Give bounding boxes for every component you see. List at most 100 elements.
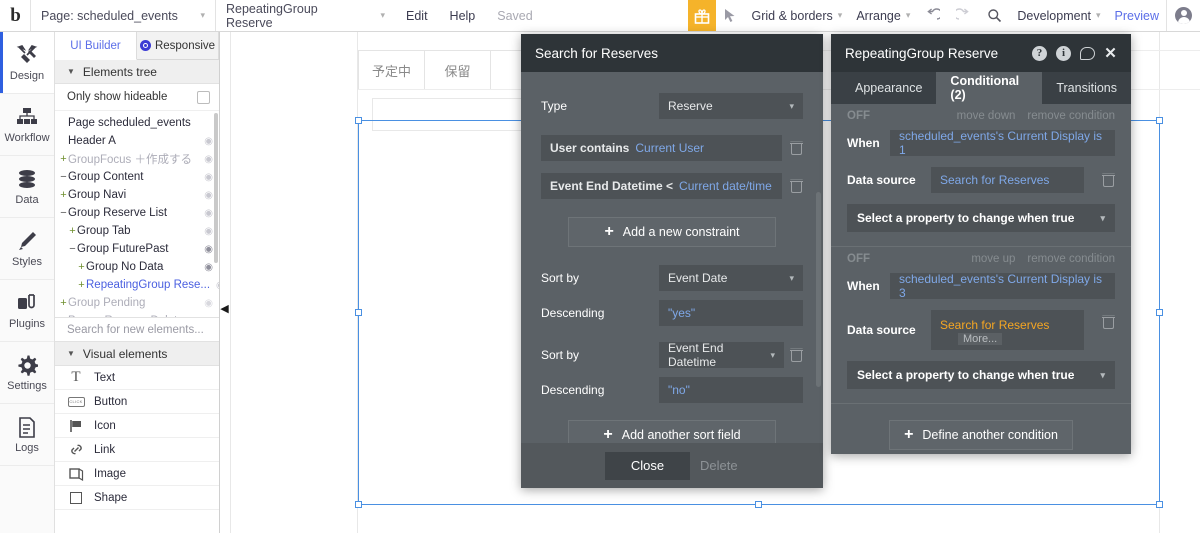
expand-icon[interactable]: + bbox=[77, 279, 86, 291]
canvas-tab-1[interactable]: 保留 bbox=[425, 51, 491, 89]
cursor-icon[interactable] bbox=[716, 0, 745, 31]
panel-collapse-toggle[interactable]: ◀ bbox=[220, 300, 229, 316]
tab-appearance[interactable]: Appearance bbox=[841, 72, 936, 104]
visibility-eye-icon[interactable]: ◉ bbox=[198, 208, 213, 219]
type-dropdown[interactable]: Reserve ▾ bbox=[659, 93, 803, 119]
close-button[interactable]: Close bbox=[605, 451, 690, 480]
constraint-1[interactable]: Event End Datetime < Current date/time bbox=[541, 173, 782, 199]
visibility-eye-icon[interactable]: ◉ bbox=[198, 190, 213, 201]
rail-item-workflow[interactable]: Workflow bbox=[0, 94, 54, 156]
tab-conditional[interactable]: Conditional (2) bbox=[936, 72, 1043, 104]
define-another-condition-button[interactable]: + Define another condition bbox=[889, 420, 1073, 450]
repeatinggroup-reserve-dialog[interactable]: RepeatingGroup Reserve ? i ✕ Appearance … bbox=[831, 34, 1131, 454]
arrange-menu[interactable]: Arrange ▾ bbox=[849, 0, 917, 31]
bubble-logo[interactable]: b bbox=[0, 0, 30, 31]
sort-by-dropdown-0[interactable]: Event Date ▾ bbox=[659, 265, 803, 291]
collapse-icon[interactable]: − bbox=[59, 171, 68, 183]
constraint-0[interactable]: User contains Current User bbox=[541, 135, 782, 161]
visibility-eye-icon[interactable]: ◉ bbox=[198, 136, 213, 147]
condition-0-remove[interactable]: remove condition bbox=[1027, 110, 1115, 122]
delete-sort-1-icon[interactable] bbox=[790, 348, 803, 362]
element-selector[interactable]: RepeatingGroup Reserve ▾ bbox=[215, 0, 395, 31]
elements-tree-section-header[interactable]: ▼ Elements tree bbox=[55, 60, 219, 84]
only-show-hideable-checkbox[interactable] bbox=[197, 90, 210, 104]
condition-0-when-expression[interactable]: scheduled_events's Current Display is 1 bbox=[890, 129, 1115, 157]
menu-help[interactable]: Help bbox=[439, 0, 487, 31]
only-show-hideable-row[interactable]: Only show hideable bbox=[55, 84, 219, 111]
constraint-1-value[interactable]: Current date/time bbox=[679, 179, 772, 193]
preview-button[interactable]: Preview bbox=[1108, 0, 1166, 31]
tree-item[interactable]: + Group Navi ◉ bbox=[55, 186, 219, 204]
visibility-eye-icon[interactable]: ◉ bbox=[210, 280, 219, 291]
descending-value-box-0[interactable]: "yes" bbox=[659, 300, 803, 326]
condition-1-remove[interactable]: remove condition bbox=[1027, 253, 1115, 265]
tree-item[interactable]: + Group No Data ◉ bbox=[55, 258, 219, 276]
search-dialog-scrollbar[interactable] bbox=[816, 192, 821, 387]
sort-by-dropdown-1[interactable]: Event End Datetime ▾ bbox=[659, 341, 784, 369]
tree-item[interactable]: − Group Content ◉ bbox=[55, 168, 219, 186]
tree-item[interactable]: Page scheduled_events bbox=[55, 114, 219, 132]
expand-icon[interactable]: + bbox=[68, 225, 77, 237]
canvas-tab-0[interactable]: 予定中 bbox=[359, 51, 425, 89]
visibility-eye-icon[interactable]: ◉ bbox=[198, 262, 213, 273]
palette-item-link[interactable]: Link bbox=[55, 438, 219, 462]
palette-item-shape[interactable]: Shape bbox=[55, 486, 219, 510]
help-icon[interactable]: ? bbox=[1032, 45, 1047, 61]
rail-item-styles[interactable]: Styles bbox=[0, 218, 54, 280]
tab-responsive[interactable]: Responsive bbox=[137, 32, 219, 59]
delete-constraint-1-icon[interactable] bbox=[790, 179, 803, 193]
redo-icon[interactable] bbox=[948, 0, 979, 31]
rail-item-design[interactable]: Design bbox=[0, 32, 54, 94]
user-avatar[interactable] bbox=[1166, 0, 1200, 31]
condition-1-move[interactable]: move up bbox=[971, 253, 1015, 265]
tree-item[interactable]: +Popup Reserve Delete ◉ bbox=[55, 312, 219, 317]
visibility-eye-icon[interactable]: ◉ bbox=[198, 172, 213, 183]
tab-ui-builder[interactable]: UI Builder bbox=[55, 32, 137, 60]
visibility-eye-icon[interactable]: ◉ bbox=[198, 298, 213, 309]
visual-elements-section-header[interactable]: ▼ Visual elements bbox=[55, 342, 219, 366]
rail-item-data[interactable]: Data bbox=[0, 156, 54, 218]
search-icon[interactable] bbox=[979, 0, 1010, 31]
add-new-constraint-button[interactable]: + Add a new constraint bbox=[568, 217, 776, 247]
visibility-eye-icon[interactable]: ◉ bbox=[198, 316, 213, 318]
condition-1-when-expression[interactable]: scheduled_events's Current Display is 3 bbox=[890, 272, 1115, 300]
delete-constraint-0-icon[interactable] bbox=[790, 141, 803, 155]
gift-icon[interactable] bbox=[687, 0, 716, 31]
visibility-eye-icon[interactable]: ◉ bbox=[198, 244, 213, 255]
tree-item[interactable]: +RepeatingGroup Rese...◉ bbox=[55, 276, 219, 294]
tree-scrollbar[interactable] bbox=[214, 113, 218, 263]
expand-icon[interactable]: + bbox=[59, 153, 68, 165]
delete-condition-0-datasource-icon[interactable] bbox=[1102, 173, 1115, 187]
condition-1-datasource-value-box[interactable]: Search for Reserves More... bbox=[931, 310, 1084, 350]
palette-item-button[interactable]: CLICK Button bbox=[55, 390, 219, 414]
undo-icon[interactable] bbox=[917, 0, 948, 31]
tree-item[interactable]: − Group Reserve List ◉ bbox=[55, 204, 219, 222]
condition-0-property-dropdown[interactable]: Select a property to change when true ▾ bbox=[847, 204, 1115, 232]
condition-0-move[interactable]: move down bbox=[957, 110, 1016, 122]
descending-value-box-1[interactable]: "no" bbox=[659, 377, 803, 403]
elements-tree[interactable]: Page scheduled_events Header A ◉ + GroupFocu… bbox=[55, 111, 219, 317]
condition-1-property-dropdown[interactable]: Select a property to change when true ▾ bbox=[847, 361, 1115, 389]
version-menu[interactable]: Development ▾ bbox=[1010, 0, 1107, 31]
rail-item-logs[interactable]: Logs bbox=[0, 404, 54, 466]
search-new-elements-input[interactable]: Search for new elements... bbox=[55, 317, 219, 342]
tree-item[interactable]: + Group Pending ◉ bbox=[55, 294, 219, 312]
expand-icon[interactable]: + bbox=[77, 261, 86, 273]
tree-item[interactable]: − Group FuturePast ◉ bbox=[55, 240, 219, 258]
collapse-icon[interactable]: − bbox=[68, 243, 77, 255]
add-another-sort-field-button[interactable]: + Add another sort field bbox=[568, 420, 776, 443]
rail-item-settings[interactable]: Settings bbox=[0, 342, 54, 404]
condition-1-datasource-more[interactable]: More... bbox=[958, 332, 1003, 345]
palette-item-text[interactable]: T Text bbox=[55, 366, 219, 390]
expand-icon[interactable]: + bbox=[59, 189, 68, 201]
constraint-0-value[interactable]: Current User bbox=[635, 141, 704, 155]
comment-icon[interactable] bbox=[1080, 46, 1095, 60]
resize-handle-bottom-center[interactable] bbox=[755, 501, 762, 508]
expand-icon[interactable]: + bbox=[59, 297, 68, 309]
tree-item[interactable]: + GroupFocus ＋作成する ◉ bbox=[55, 150, 219, 168]
rg-dialog-header[interactable]: RepeatingGroup Reserve ? i ✕ bbox=[831, 34, 1131, 72]
tab-transitions[interactable]: Transitions bbox=[1042, 72, 1131, 104]
rail-item-plugins[interactable]: Plugins bbox=[0, 280, 54, 342]
expand-icon[interactable]: + bbox=[59, 315, 68, 317]
condition-0-state[interactable]: OFF bbox=[847, 110, 870, 122]
